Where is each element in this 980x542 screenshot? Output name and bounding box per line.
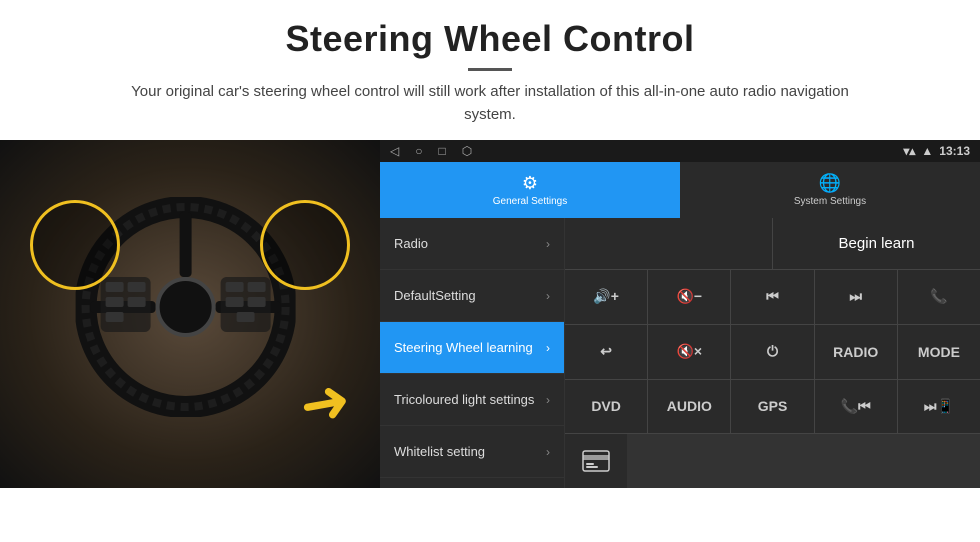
dvd-button[interactable]: DVD: [565, 380, 648, 434]
card-icon-button[interactable]: [565, 434, 627, 488]
main-content: ➜ ◁ ○ □ ⬡ ▾▴ ▲ 13:13 ⚙ General Settings: [0, 140, 980, 488]
vol-up-icon: 🔊+: [593, 288, 619, 305]
page-title: Steering Wheel Control: [20, 18, 960, 60]
menu-steering-chevron: ›: [546, 341, 550, 355]
power-icon: ⏻: [767, 343, 778, 360]
prev-mixed-icon: 📞⏮: [841, 398, 871, 415]
audio-label: AUDIO: [667, 398, 712, 414]
prev-track-icon: ⏮: [766, 288, 779, 305]
menu-default-chevron: ›: [546, 289, 550, 303]
tab-general-settings[interactable]: ⚙ General Settings: [380, 162, 680, 218]
next-mixed-icon: ⏭📱: [924, 398, 954, 415]
vol-down-button[interactable]: 🔇−: [648, 270, 731, 324]
highlight-circle-left: [30, 200, 120, 290]
phone-button[interactable]: 📞: [898, 270, 980, 324]
menu-item-tricoloured[interactable]: Tricoloured light settings ›: [380, 374, 564, 426]
vol-up-button[interactable]: 🔊+: [565, 270, 648, 324]
controls-row-4: [565, 434, 980, 488]
radio-button[interactable]: RADIO: [815, 325, 898, 379]
power-button[interactable]: ⏻: [731, 325, 814, 379]
right-controls: Begin learn 🔊+ 🔇− ⏮: [565, 218, 980, 488]
tab-system-label: System Settings: [794, 196, 866, 207]
signal-icon: ▾▴: [903, 144, 915, 158]
prev-mixed-button[interactable]: 📞⏮: [815, 380, 898, 434]
android-ui: ◁ ○ □ ⬡ ▾▴ ▲ 13:13 ⚙ General Settings 🌐 …: [380, 140, 980, 488]
tab-bar: ⚙ General Settings 🌐 System Settings: [380, 162, 980, 218]
next-mixed-button[interactable]: ⏭📱: [898, 380, 980, 434]
phone-icon: 📞: [930, 288, 947, 305]
menu-radio-chevron: ›: [546, 237, 550, 251]
nav-back-icon[interactable]: ◁: [390, 144, 399, 158]
menu-tricoloured-chevron: ›: [546, 393, 550, 407]
menu-item-steering[interactable]: Steering Wheel learning ›: [380, 322, 564, 374]
menu-whitelist-chevron: ›: [546, 445, 550, 459]
nav-home-icon[interactable]: ○: [415, 144, 422, 158]
arrow-icon: ➜: [294, 364, 356, 442]
highlight-circle-right: [260, 200, 350, 290]
begin-learn-row: Begin learn: [565, 218, 980, 270]
tab-general-label: General Settings: [493, 196, 568, 207]
next-track-button[interactable]: ⏭: [815, 270, 898, 324]
left-menu: Radio › DefaultSetting › Steering Wheel …: [380, 218, 565, 488]
subtitle: Your original car's steering wheel contr…: [130, 81, 850, 126]
status-indicators: ▾▴ ▲ 13:13: [903, 144, 970, 158]
nav-recent-icon[interactable]: □: [438, 144, 445, 158]
begin-learn-button[interactable]: Begin learn: [773, 218, 980, 269]
controls-row-2: ↩ 🔇× ⏻ RADIO MODE: [565, 325, 980, 380]
top-section: Steering Wheel Control Your original car…: [0, 0, 980, 140]
title-divider: [468, 68, 512, 71]
radio-label: RADIO: [833, 344, 878, 360]
tab-system-settings[interactable]: 🌐 System Settings: [680, 162, 980, 218]
audio-button[interactable]: AUDIO: [648, 380, 731, 434]
prev-track-button[interactable]: ⏮: [731, 270, 814, 324]
car-image-area: ➜: [0, 140, 380, 488]
mute-button[interactable]: 🔇×: [648, 325, 731, 379]
car-image-bg: ➜: [0, 140, 380, 488]
wifi-icon: ▲: [921, 144, 933, 158]
hang-up-button[interactable]: ↩: [565, 325, 648, 379]
mode-button[interactable]: MODE: [898, 325, 980, 379]
card-icon: [582, 450, 610, 472]
menu-default-label: DefaultSetting: [394, 288, 476, 303]
nav-buttons: ◁ ○ □ ⬡: [390, 144, 472, 158]
menu-whitelist-label: Whitelist setting: [394, 444, 485, 459]
mute-icon: 🔇×: [677, 343, 703, 360]
menu-item-whitelist[interactable]: Whitelist setting ›: [380, 426, 564, 478]
general-settings-icon: ⚙: [522, 173, 538, 194]
nav-cast-icon[interactable]: ⬡: [462, 144, 472, 158]
time-display: 13:13: [939, 144, 970, 158]
menu-radio-label: Radio: [394, 236, 428, 251]
controls-row-1: 🔊+ 🔇− ⏮ ⏭ 📞: [565, 270, 980, 325]
controls-grid: 🔊+ 🔇− ⏮ ⏭ 📞: [565, 270, 980, 488]
content-area: Radio › DefaultSetting › Steering Wheel …: [380, 218, 980, 488]
next-track-icon: ⏭: [849, 288, 862, 305]
mode-label: MODE: [918, 344, 960, 360]
menu-steering-label: Steering Wheel learning: [394, 340, 533, 355]
dvd-label: DVD: [591, 398, 621, 414]
menu-item-default[interactable]: DefaultSetting ›: [380, 270, 564, 322]
gps-button[interactable]: GPS: [731, 380, 814, 434]
gps-label: GPS: [758, 398, 788, 414]
hang-up-icon: ↩: [600, 343, 612, 360]
menu-tricoloured-label: Tricoloured light settings: [394, 392, 534, 407]
menu-item-radio[interactable]: Radio ›: [380, 218, 564, 270]
system-settings-icon: 🌐: [819, 173, 841, 194]
status-bar: ◁ ○ □ ⬡ ▾▴ ▲ 13:13: [380, 140, 980, 162]
begin-learn-empty-space: [565, 218, 773, 269]
controls-row-3: DVD AUDIO GPS 📞⏮ ⏭📱: [565, 380, 980, 435]
vol-down-icon: 🔇−: [677, 288, 703, 305]
